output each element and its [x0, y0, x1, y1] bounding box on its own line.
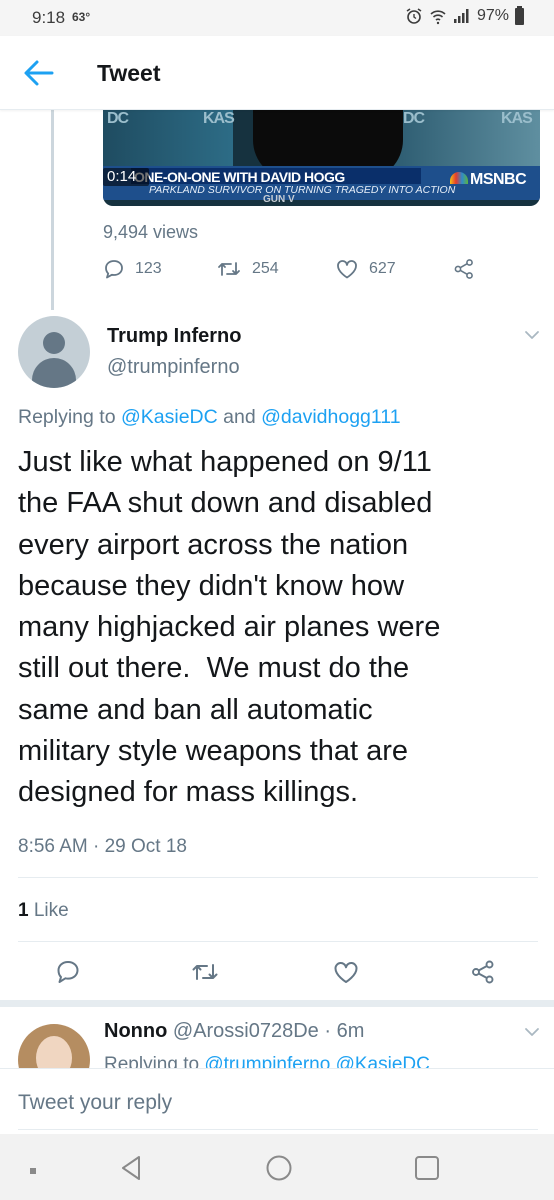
mention-link[interactable]: @davidhogg111 [261, 406, 400, 428]
parent-like-count: 627 [369, 260, 396, 277]
mention-link[interactable]: @KasieDC [121, 406, 218, 428]
parent-share-button[interactable] [453, 258, 475, 280]
video-thumbnail[interactable]: DC KAS DC KAS ONE-ON-ONE WITH DAVID HOGG… [103, 110, 540, 206]
studio-text-far: KAS [501, 110, 533, 127]
status-bar: 9:18 63° 97% [0, 0, 554, 36]
reply-composer[interactable]: Tweet your reply [0, 1068, 554, 1134]
speech-bubble-icon [105, 260, 123, 279]
parent-reply-count: 123 [135, 260, 162, 277]
retweet-icon [192, 964, 218, 980]
wifi-icon [430, 10, 446, 25]
tweet-options-button[interactable] [522, 328, 542, 342]
battery-icon [515, 5, 524, 25]
status-temperature: 63° [72, 10, 91, 24]
reply-options-button[interactable] [522, 1025, 542, 1039]
square-recents-icon [415, 1156, 439, 1180]
reply-display-name: Nonno [104, 1020, 168, 1042]
studio-text-right: DC [403, 110, 425, 127]
network-name: MSNBC [470, 171, 527, 188]
user-handle[interactable]: @trumpinferno [107, 356, 240, 379]
video-headline: ONE-ON-ONE WITH DAVID HOGG [134, 169, 345, 185]
replying-to-and: and [217, 406, 262, 428]
parent-retweet-button[interactable]: 254 [216, 258, 279, 280]
chevron-down-icon [525, 331, 539, 339]
divider [18, 877, 538, 878]
studio-text-left: DC [107, 110, 129, 127]
alarm-icon [406, 8, 422, 24]
replying-to-prefix: Replying to [18, 406, 121, 428]
dot-icon [30, 1168, 36, 1174]
nav-back-button[interactable] [118, 1154, 144, 1187]
reply-replying-prefix: Replying to [104, 1054, 205, 1068]
triangle-back-icon [122, 1156, 140, 1180]
reply-input[interactable]: Tweet your reply [18, 1091, 172, 1115]
reply-handle: @Arossi0728De [172, 1020, 319, 1042]
heart-icon [334, 962, 358, 983]
reply-time: · 6m [318, 1020, 365, 1042]
video-view-count: 9,494 views [103, 222, 199, 242]
nav-recents-button[interactable] [413, 1154, 441, 1187]
app-header: Tweet [0, 36, 554, 110]
reply-user-line[interactable]: Nonno @Arossi0728De · 6m [104, 1020, 364, 1043]
network-logo: MSNBC [450, 171, 527, 189]
avatar-head [43, 332, 65, 354]
reply-button[interactable] [55, 959, 81, 990]
section-separator [0, 1000, 554, 1007]
system-nav-bar [0, 1134, 554, 1200]
video-duration: 0:14 [103, 168, 149, 186]
status-icons: 97% [405, 5, 524, 25]
tweet-text: Just like what happened on 9/11 the FAA … [18, 446, 441, 809]
signal-icon [453, 9, 469, 23]
retweet-icon [218, 262, 240, 276]
like-label: Like [28, 900, 69, 921]
back-button[interactable] [22, 58, 56, 88]
avatar-body [32, 358, 76, 388]
like-count: 1 [18, 900, 29, 921]
reply-replying-to: Replying to @trumpinferno @KasieDC [104, 1054, 430, 1068]
retweet-button[interactable] [190, 959, 220, 990]
speech-bubble-icon [57, 961, 79, 983]
circle-home-icon [266, 1155, 292, 1181]
arrow-left-icon [24, 60, 54, 86]
nav-home-button[interactable] [265, 1154, 293, 1187]
parent-reply-button[interactable]: 123 [103, 258, 162, 280]
video-subline: PARKLAND SURVIVOR ON TURNING TRAGEDY INT… [149, 184, 456, 196]
divider [18, 941, 538, 942]
nav-dot-button[interactable] [29, 1162, 37, 1180]
parent-tweet-actions: 123 254 627 [103, 258, 483, 286]
studio-text-mid: KAS [203, 110, 235, 127]
replying-to: Replying to @KasieDC and @davidhogg111 [18, 406, 401, 429]
share-icon [454, 259, 473, 279]
tweet-timestamp: 8:56 AM · 29 Oct 18 [18, 836, 187, 857]
like-button[interactable] [332, 959, 360, 990]
parent-retweet-count: 254 [252, 260, 279, 277]
user-display-name[interactable]: Trump Inferno [107, 325, 241, 348]
likes-summary[interactable]: 1 Like [18, 900, 69, 922]
reply-mention-links[interactable]: @trumpinferno @KasieDC [204, 1054, 430, 1068]
tweet-actions [0, 955, 554, 991]
share-button[interactable] [470, 959, 496, 990]
peacock-icon [450, 172, 468, 184]
heart-icon [337, 260, 357, 279]
parent-like-button[interactable]: 627 [335, 258, 396, 280]
battery-percent: 97% [476, 7, 509, 24]
thread-connector-line [51, 110, 54, 310]
status-time: 9:18 [32, 8, 66, 27]
share-icon [472, 960, 494, 984]
compose-underline [18, 1129, 538, 1130]
user-avatar[interactable] [18, 316, 90, 388]
chevron-down-icon [525, 1028, 539, 1036]
page-title: Tweet [97, 60, 161, 86]
video-ticker: GUN V [263, 194, 295, 205]
